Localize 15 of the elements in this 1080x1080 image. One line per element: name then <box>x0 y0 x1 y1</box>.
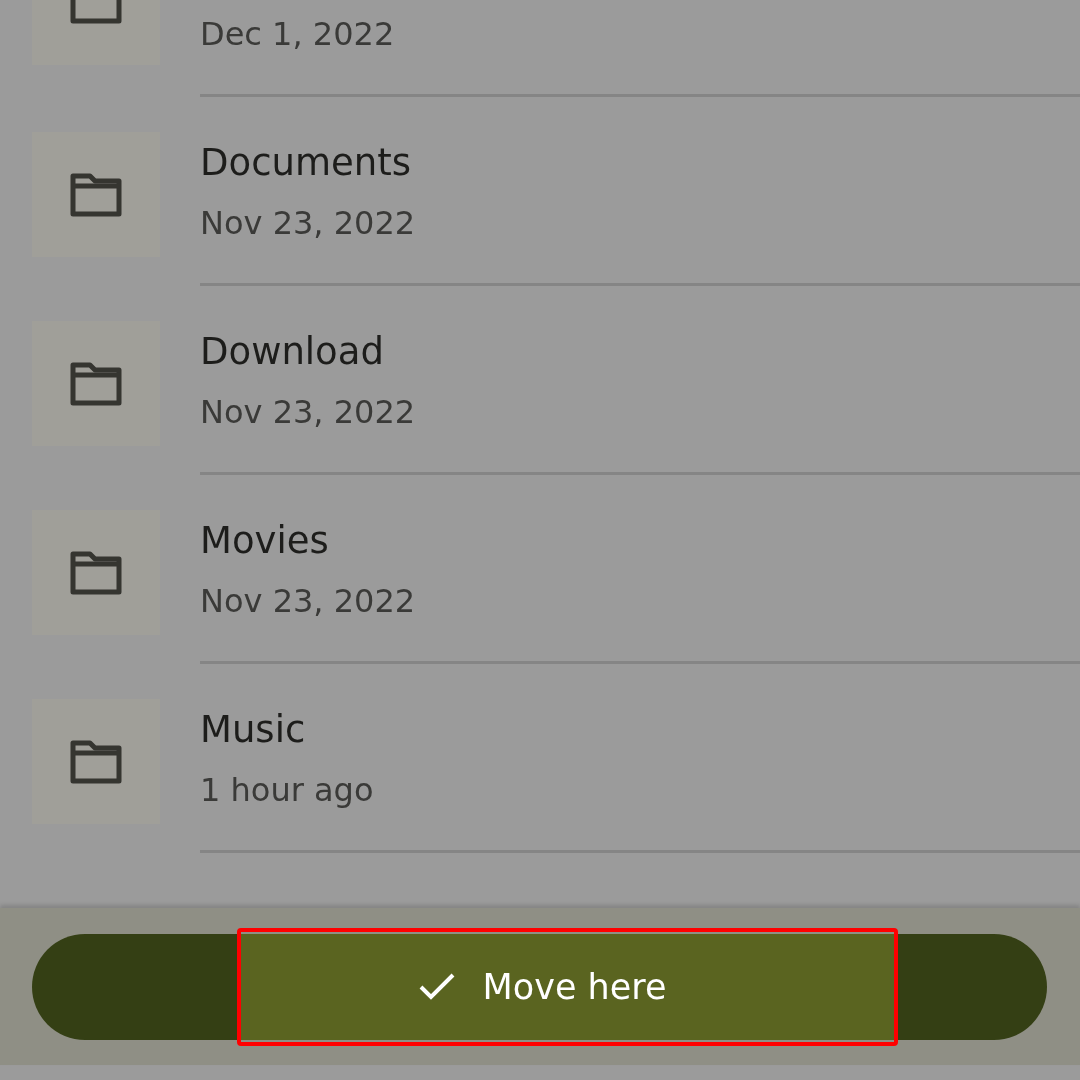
folder-date: Dec 1, 2022 <box>200 15 395 54</box>
folder-name[interactable]: Download <box>200 330 384 375</box>
folder-icon <box>69 550 123 595</box>
folder-icon <box>69 361 123 406</box>
folder-date: Nov 23, 2022 <box>200 393 416 432</box>
folder-date: 1 hour ago <box>200 771 374 810</box>
folder-date: Nov 23, 2022 <box>200 582 416 621</box>
folder-date: Nov 23, 2022 <box>200 204 416 243</box>
check-icon <box>418 973 455 1001</box>
folder-name[interactable]: Movies <box>200 519 329 564</box>
folder-name[interactable]: Music <box>200 708 306 753</box>
folder-icon <box>69 739 123 784</box>
move-here-button[interactable]: Move here <box>32 934 1047 1040</box>
folder-icon <box>69 172 123 217</box>
folder-name[interactable]: Documents <box>200 141 411 186</box>
